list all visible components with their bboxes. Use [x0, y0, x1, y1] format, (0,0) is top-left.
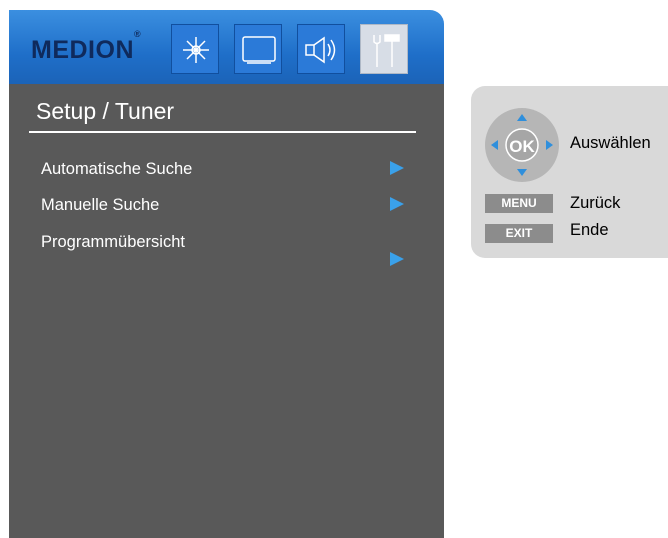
help-panel: OK Auswählen MENU Zurück EXIT Ende: [471, 86, 668, 258]
tools-setup-icon: [373, 34, 400, 67]
exit-action-label: Ende: [570, 221, 609, 239]
osd-header: MEDION®: [9, 10, 444, 84]
menu-item-manuelle-suche[interactable]: Manuelle Suche: [41, 196, 159, 215]
osd-menu-panel: Setup / Tuner Automatische Suche Manuell…: [9, 84, 444, 538]
menu-key: MENU: [485, 194, 553, 213]
title-divider: [29, 131, 416, 133]
arrow-right-icon[interactable]: [390, 252, 404, 266]
tab-screen[interactable]: [234, 24, 282, 74]
osd-menu: MEDION® Setup / Tuner Automatische Suche…: [9, 10, 444, 538]
ok-key-label: OK: [509, 137, 535, 156]
speaker-audio-icon: [305, 36, 336, 64]
medion-logo: MEDION®: [31, 28, 142, 64]
tab-setup[interactable]: [360, 24, 408, 74]
arrow-right-icon[interactable]: [390, 161, 404, 175]
page-title: Setup / Tuner: [36, 98, 175, 124]
tab-picture[interactable]: [171, 24, 219, 74]
menu-item-programmuebersicht[interactable]: Programmübersicht: [41, 233, 185, 252]
dpad-ok-icon: OK: [485, 108, 559, 182]
picture-brightness-icon: [183, 37, 209, 63]
tv-screen-icon: [242, 36, 276, 64]
menu-action-label: Zurück: [570, 194, 621, 212]
arrow-right-icon[interactable]: [390, 197, 404, 211]
exit-key: EXIT: [485, 224, 553, 243]
ok-action-label: Auswählen: [570, 134, 651, 152]
menu-item-automatische-suche[interactable]: Automatische Suche: [41, 160, 192, 179]
tab-audio[interactable]: [297, 24, 345, 74]
